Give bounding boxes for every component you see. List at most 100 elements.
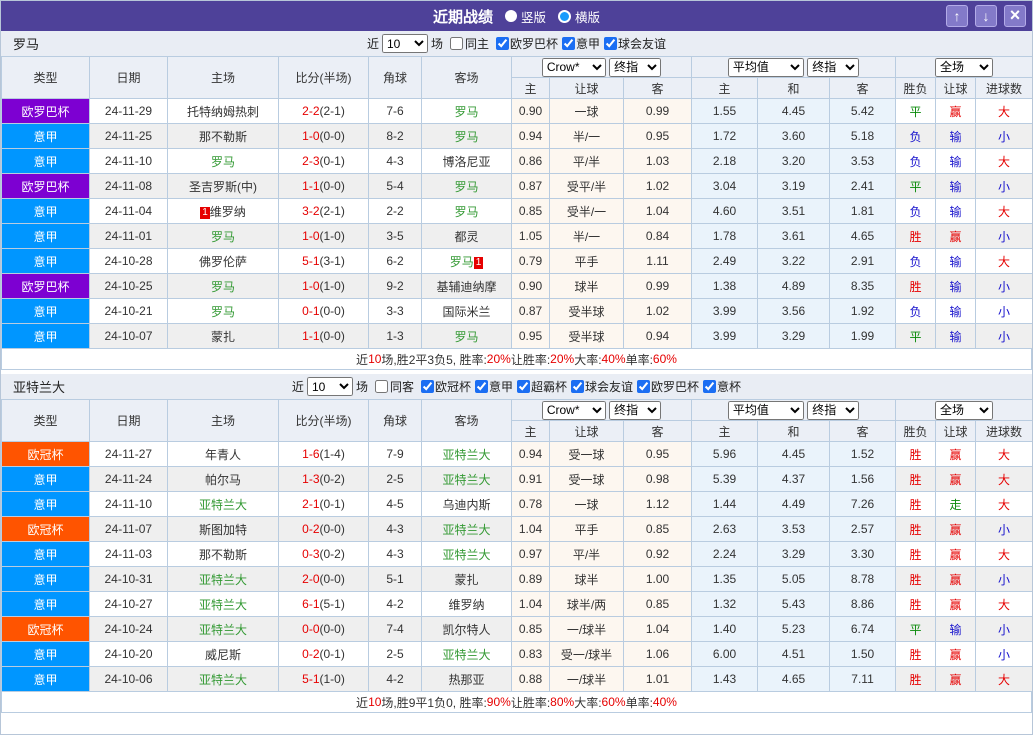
col-result-goals: 进球数 — [975, 420, 1032, 442]
result-goals: 大 — [975, 541, 1032, 567]
halftime-score: (1-0) — [319, 279, 345, 293]
summary-segment: 60% — [652, 352, 677, 366]
match-row: 欧冠杯 24-11-27 年青人 1-6(1-4) 7-9 亚特兰大 0.94 … — [1, 441, 1032, 467]
fulltime-select[interactable]: 全场 — [935, 57, 994, 77]
match-row: 意甲 24-11-03 那不勒斯 0-3(0-2) 4-3 亚特兰大 0.97 … — [1, 541, 1032, 567]
close-button[interactable]: × — [1004, 5, 1026, 27]
final-odds-select[interactable]: 终指 — [609, 400, 662, 420]
corner-score: 3-3 — [368, 298, 422, 324]
avg-draw: 5.05 — [757, 566, 831, 592]
odds-away: 1.04 — [622, 198, 693, 224]
league-checkbox-input[interactable] — [703, 380, 717, 393]
league-checkbox-input[interactable] — [637, 380, 651, 393]
scroll-down-button[interactable]: ↓ — [975, 5, 997, 27]
average-select[interactable]: 平均值 — [727, 400, 804, 420]
halftime-score: (0-0) — [319, 522, 345, 536]
col-corner: 角球 — [368, 56, 422, 99]
league-checkbox[interactable]: 意杯 — [699, 378, 741, 395]
league-checkbox-input[interactable] — [604, 37, 618, 50]
match-date: 24-11-10 — [89, 148, 168, 174]
radio-vertical[interactable]: 竖版 — [504, 7, 546, 26]
home-team-name: 亚特兰大 — [198, 672, 247, 687]
halftime-score: (3-1) — [319, 254, 345, 268]
home-team: 威尼斯 — [167, 641, 279, 667]
match-row: 意甲 24-11-25 那不勒斯 1-0(0-0) 8-2 罗马 0.94 半/… — [1, 123, 1032, 149]
same-venue-checkbox-input[interactable] — [374, 380, 388, 393]
away-team: 亚特兰大 — [421, 466, 512, 492]
league-type-badge: 意甲 — [1, 591, 90, 617]
match-date: 24-10-07 — [89, 323, 168, 349]
same-venue-checkbox[interactable]: 同主 — [449, 35, 489, 52]
league-checkbox[interactable]: 球会友谊 — [600, 35, 666, 52]
league-checkbox-input[interactable] — [562, 37, 576, 50]
fulltime-select[interactable]: 全场 — [935, 400, 994, 420]
league-checkbox-input[interactable] — [496, 37, 509, 50]
same-venue-checkbox[interactable]: 同客 — [374, 378, 414, 395]
league-checkbox[interactable]: 欧罗巴杯 — [492, 35, 558, 52]
result-wdl: 胜 — [895, 466, 937, 492]
league-checkbox[interactable]: 欧罗巴杯 — [633, 378, 699, 395]
same-venue-checkbox-input[interactable] — [449, 37, 463, 50]
col-avg-away: 客 — [829, 77, 897, 99]
avg-home: 6.00 — [691, 641, 759, 667]
league-type-badge: 意甲 — [1, 248, 90, 274]
team-section: 罗马 近 10 场 同主 欧罗巴杯 意甲 球会友谊 类型 日期 主场 比分(半场… — [1, 31, 1032, 374]
league-checkbox-input[interactable] — [571, 380, 585, 393]
avg-final-odds-select[interactable]: 终指 — [807, 57, 860, 77]
avg-final-odds-select[interactable]: 终指 — [807, 400, 860, 420]
league-checkbox-input[interactable] — [517, 380, 530, 393]
home-team: 罗马 — [167, 148, 279, 174]
odds-provider-select[interactable]: Crow* — [541, 57, 606, 77]
league-checkbox[interactable]: 欧冠杯 — [417, 378, 471, 395]
league-checkbox[interactable]: 超霸杯 — [513, 378, 567, 395]
league-checkbox[interactable]: 意甲 — [558, 35, 600, 52]
odds-handicap: 受半球 — [549, 298, 624, 324]
recent-count-select[interactable]: 10 — [306, 377, 353, 396]
away-team: 博洛尼亚 — [421, 148, 512, 174]
odds-home: 1.04 — [511, 516, 550, 542]
home-team: 圣吉罗斯(中) — [167, 173, 279, 199]
radio-on-icon — [558, 9, 571, 23]
avg-draw: 4.89 — [757, 273, 831, 299]
home-team-name: 蒙扎 — [210, 329, 235, 344]
league-checkbox[interactable]: 球会友谊 — [567, 378, 633, 395]
avg-away: 2.91 — [829, 248, 897, 274]
odds-home: 0.94 — [511, 123, 550, 149]
home-team-name: 斯图加特 — [198, 522, 247, 537]
away-team-name: 亚特兰大 — [442, 547, 491, 562]
result-wdl: 负 — [895, 148, 937, 174]
radio-horizontal[interactable]: 横版 — [558, 7, 600, 26]
odds-handicap: 球半/两 — [549, 591, 624, 617]
odds-provider-select[interactable]: Crow* — [541, 400, 606, 420]
avg-draw: 4.45 — [757, 441, 831, 467]
league-checkbox[interactable]: 意甲 — [471, 378, 513, 395]
summary-row: 近 10 场,胜9平1负0, 胜率: 90% 让胜率: 80% 大率: 60% … — [1, 692, 1032, 713]
fulltime-score: 3-2 — [302, 204, 320, 218]
summary-segment: 80% — [550, 695, 575, 709]
away-team-name: 亚特兰大 — [442, 522, 491, 537]
avg-home: 1.78 — [691, 223, 759, 249]
result-goals: 小 — [975, 616, 1032, 642]
summary-segment: 单率: — [625, 352, 653, 367]
summary-row: 近 10 场,胜2平3负5, 胜率: 20% 让胜率: 20% 大率: 40% … — [1, 349, 1032, 370]
league-checkbox-input[interactable] — [474, 380, 488, 393]
result-handicap: 赢 — [935, 223, 977, 249]
final-odds-select[interactable]: 终指 — [609, 57, 662, 77]
scroll-up-button[interactable]: ↑ — [946, 5, 968, 27]
league-checkbox-input[interactable] — [420, 380, 434, 393]
summary-segment: 20% — [550, 352, 575, 366]
fulltime-score: 2-3 — [302, 154, 320, 168]
match-score: 0-1(0-0) — [278, 298, 369, 324]
up-arrow-icon: ↑ — [953, 8, 961, 24]
games-label: 场 — [430, 37, 443, 51]
away-team-name: 罗马 — [454, 179, 479, 194]
odds-home: 1.05 — [511, 223, 550, 249]
away-team-name: 亚特兰大 — [442, 647, 491, 662]
away-team: 维罗纳 — [421, 591, 512, 617]
odds-handicap: 受半球 — [549, 323, 624, 349]
match-score: 2-2(2-1) — [278, 98, 369, 124]
average-select[interactable]: 平均值 — [727, 57, 804, 77]
summary-segment: 大率: — [574, 352, 602, 367]
recent-count-select[interactable]: 10 — [381, 34, 428, 53]
result-goals: 大 — [975, 441, 1032, 467]
